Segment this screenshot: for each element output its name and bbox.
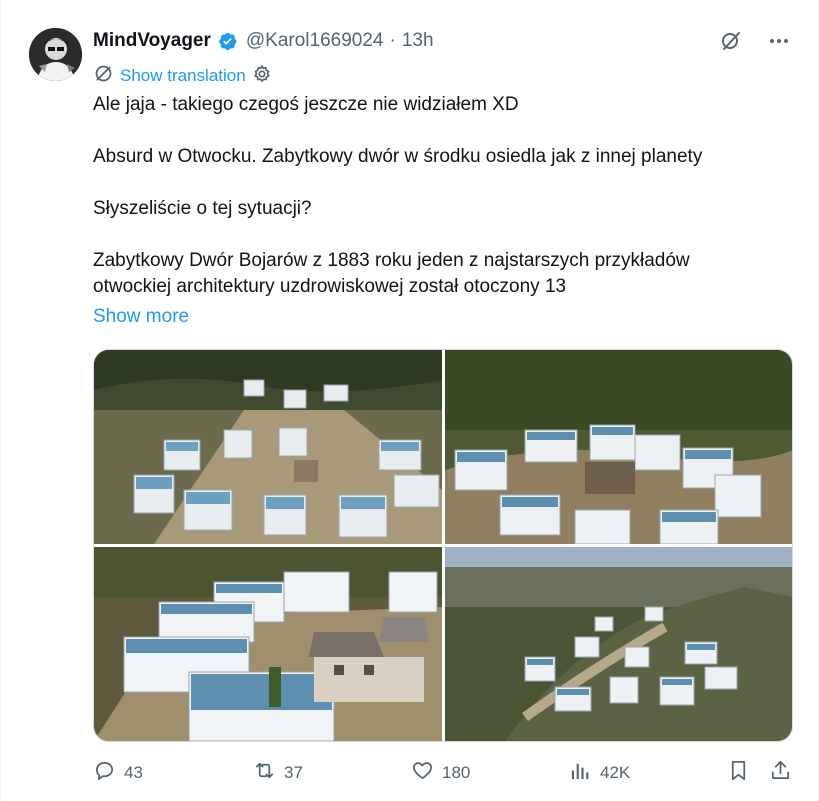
- tweet-paragraph: Ale jaja - takiego czegoś jeszcze nie wi…: [93, 94, 519, 115]
- timestamp[interactable]: 13h: [402, 30, 434, 52]
- views-icon: [569, 759, 592, 787]
- tweet: MindVoyager @Karol1669024 · 13h Show tra…: [0, 0, 819, 801]
- heart-icon: [411, 759, 434, 787]
- retweet-icon: [253, 759, 276, 787]
- bookmark-icon: [727, 759, 750, 787]
- action-bar: 43 37 180 42K: [93, 758, 793, 788]
- share-button[interactable]: [769, 759, 792, 787]
- photo-2[interactable]: [445, 350, 792, 544]
- views-count: 42K: [600, 763, 631, 782]
- like-count: 180: [442, 763, 471, 782]
- reply-icon: [93, 759, 116, 787]
- retweet-count: 37: [284, 763, 303, 782]
- reply-button[interactable]: 43: [93, 759, 143, 787]
- tweet-paragraph: Absurd w Otwocku. Zabytkowy dwór w środk…: [93, 146, 703, 167]
- verified-badge-icon[interactable]: [217, 31, 238, 52]
- photo-3[interactable]: [94, 547, 442, 741]
- show-more-link[interactable]: Show more: [93, 306, 189, 328]
- display-name[interactable]: MindVoyager: [93, 30, 211, 52]
- settings-icon[interactable]: [252, 64, 272, 89]
- bookmark-button[interactable]: [727, 759, 750, 787]
- author-handle[interactable]: @Karol1669024: [246, 30, 384, 52]
- media-grid: [93, 349, 793, 742]
- reply-count: 43: [124, 763, 143, 782]
- like-button[interactable]: 180: [411, 759, 470, 787]
- top-actions: [718, 28, 792, 54]
- grok-icon[interactable]: [718, 28, 744, 54]
- photo-4[interactable]: [445, 547, 792, 741]
- retweet-button[interactable]: 37: [253, 759, 303, 787]
- tweet-paragraph: Słyszeliście o tej sytuacji?: [93, 198, 312, 219]
- separator-dot: ·: [389, 30, 396, 51]
- share-icon: [769, 759, 792, 787]
- translation-row: Show translation: [93, 63, 272, 89]
- tweet-text: Ale jaja - takiego czegoś jeszcze nie wi…: [93, 92, 793, 300]
- avatar[interactable]: [29, 28, 82, 81]
- views-button[interactable]: 42K: [569, 759, 630, 787]
- tweet-paragraph: otwockiej architektury uzdrowiskowej zos…: [93, 276, 567, 297]
- translate-icon[interactable]: [93, 63, 114, 89]
- photo-1[interactable]: [94, 350, 442, 544]
- tweet-paragraph: Zabytkowy Dwór Bojarów z 1883 roku jeden…: [93, 250, 690, 271]
- tweet-header: MindVoyager @Karol1669024 · 13h: [93, 28, 434, 54]
- more-icon[interactable]: [766, 28, 792, 54]
- show-translation-link[interactable]: Show translation: [120, 66, 246, 86]
